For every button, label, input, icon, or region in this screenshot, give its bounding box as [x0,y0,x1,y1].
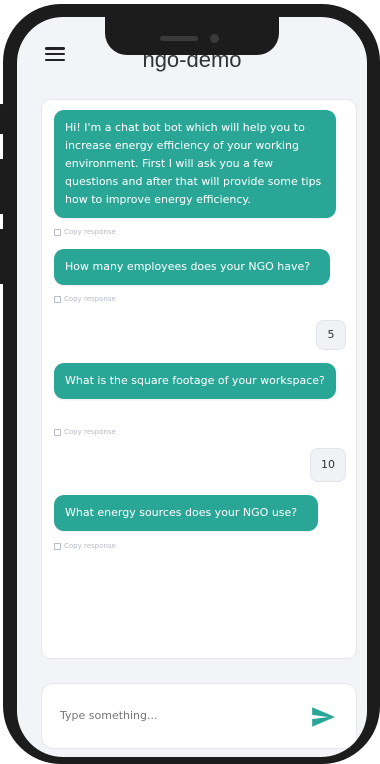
send-icon [312,707,335,727]
message-input[interactable] [60,709,290,722]
user-message: 10 [310,448,346,482]
copy-response-label: Copy response [64,228,116,236]
phone-notch [105,17,279,55]
copy-icon [54,228,61,236]
camera [210,34,219,43]
copy-icon [54,542,61,550]
side-button [0,229,4,284]
copy-response-button[interactable]: Copy response [54,228,116,236]
speaker [160,36,198,41]
bot-message: What is the square footage of your works… [54,363,336,399]
copy-icon [54,295,61,303]
side-button [0,104,4,134]
copy-response-button[interactable]: Copy response [54,428,116,436]
copy-response-button[interactable]: Copy response [54,295,116,303]
copy-response-button[interactable]: Copy response [54,542,116,550]
bot-message: What energy sources does your NGO use? [54,495,318,531]
copy-response-label: Copy response [64,295,116,303]
user-message: 5 [316,320,346,350]
copy-response-label: Copy response [64,542,116,550]
phone-frame: ngo-demo Hi! I'm a chat bot bot which wi… [0,4,380,764]
bot-message: How many employees does your NGO have? [54,249,330,285]
copy-response-label: Copy response [64,428,116,436]
bot-message: Hi! I'm a chat bot bot which will help y… [54,110,336,218]
copy-icon [54,428,61,436]
app-screen: ngo-demo Hi! I'm a chat bot bot which wi… [17,17,367,757]
side-button [0,159,4,214]
send-button[interactable] [310,704,336,730]
chat-panel[interactable]: Hi! I'm a chat bot bot which will help y… [41,99,357,659]
message-input-bar [41,683,357,749]
